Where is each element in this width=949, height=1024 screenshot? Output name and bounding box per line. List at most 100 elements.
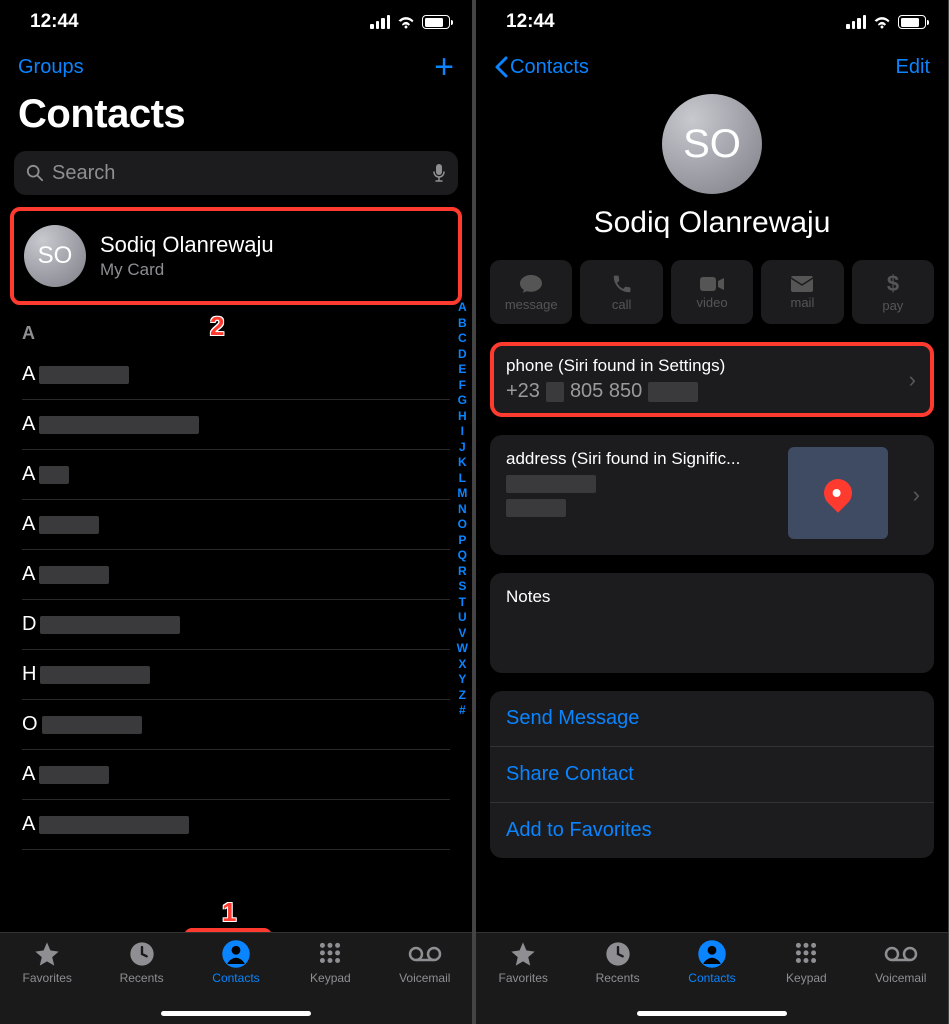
address-field[interactable]: address (Siri found in Signific... › bbox=[490, 435, 934, 555]
video-button[interactable]: video bbox=[671, 260, 753, 324]
index-letter[interactable]: B bbox=[458, 316, 467, 332]
list-item[interactable]: A bbox=[22, 750, 450, 800]
nav-bar: Groups + bbox=[0, 44, 472, 88]
list-item[interactable]: A bbox=[22, 400, 450, 450]
index-letter[interactable]: W bbox=[457, 641, 468, 657]
alphabet-index[interactable]: ABCDEFGHIJKLMNOPQRSTUVWXYZ# bbox=[457, 300, 468, 719]
redacted-text bbox=[39, 816, 189, 834]
search-field[interactable] bbox=[14, 151, 458, 195]
phone-value: +23 805 850 bbox=[506, 380, 918, 403]
svg-text:$: $ bbox=[887, 272, 899, 296]
list-item[interactable]: H bbox=[22, 650, 450, 700]
status-bar: 12:44 bbox=[476, 0, 948, 44]
call-button[interactable]: call bbox=[580, 260, 662, 324]
phone-field[interactable]: phone (Siri found in Settings) +23 805 8… bbox=[490, 342, 934, 417]
index-letter[interactable]: C bbox=[458, 331, 467, 347]
contacts-list-screen: 12:44 Groups + Contacts SO Sodiq Olanrew… bbox=[0, 0, 472, 1024]
pay-button[interactable]: $ pay bbox=[852, 260, 934, 324]
index-letter[interactable]: M bbox=[457, 486, 467, 502]
star-icon bbox=[509, 939, 537, 969]
back-button[interactable]: Contacts bbox=[494, 56, 589, 79]
index-letter[interactable]: A bbox=[458, 300, 467, 316]
index-letter[interactable]: K bbox=[458, 455, 467, 471]
groups-link[interactable]: Groups bbox=[18, 56, 84, 79]
add-contact-button[interactable]: + bbox=[434, 50, 454, 84]
redacted-text bbox=[39, 516, 99, 534]
redacted-text bbox=[39, 466, 69, 484]
contact-list: A A A A A D H O A A bbox=[0, 350, 472, 850]
wifi-icon bbox=[872, 15, 892, 29]
action-list: Send Message Share Contact Add to Favori… bbox=[490, 691, 934, 858]
page-title: Contacts bbox=[0, 88, 472, 151]
index-letter[interactable]: P bbox=[458, 533, 466, 549]
tab-favorites[interactable]: Favorites bbox=[476, 939, 570, 1024]
keypad-icon bbox=[317, 939, 343, 969]
search-icon bbox=[26, 164, 44, 182]
tab-voicemail[interactable]: Voicemail bbox=[378, 939, 472, 1024]
my-card-row[interactable]: SO Sodiq Olanrewaju My Card bbox=[10, 207, 462, 305]
search-input[interactable] bbox=[52, 162, 424, 185]
section-header: A bbox=[0, 305, 472, 350]
status-time: 12:44 bbox=[506, 11, 555, 33]
index-letter[interactable]: E bbox=[458, 362, 466, 378]
index-letter[interactable]: R bbox=[458, 564, 467, 580]
list-item[interactable]: A bbox=[22, 800, 450, 850]
redacted-text bbox=[39, 416, 199, 434]
list-item[interactable]: A bbox=[22, 500, 450, 550]
message-button[interactable]: message bbox=[490, 260, 572, 324]
dictate-icon[interactable] bbox=[432, 163, 446, 183]
index-letter[interactable]: Y bbox=[458, 672, 466, 688]
index-letter[interactable]: # bbox=[459, 703, 466, 719]
add-to-favorites-row[interactable]: Add to Favorites bbox=[490, 803, 934, 858]
list-item[interactable]: O bbox=[22, 700, 450, 750]
redacted-text bbox=[39, 566, 109, 584]
phone-label: phone (Siri found in Settings) bbox=[506, 356, 918, 376]
send-message-row[interactable]: Send Message bbox=[490, 691, 934, 747]
callout-badge-1: 1 bbox=[222, 897, 236, 928]
list-item[interactable]: D bbox=[22, 600, 450, 650]
avatar: SO bbox=[24, 225, 86, 287]
index-letter[interactable]: G bbox=[458, 393, 467, 409]
index-letter[interactable]: Z bbox=[459, 688, 466, 704]
index-letter[interactable]: I bbox=[461, 424, 464, 440]
index-letter[interactable]: N bbox=[458, 502, 467, 518]
index-letter[interactable]: D bbox=[458, 347, 467, 363]
index-letter[interactable]: J bbox=[459, 440, 466, 456]
list-item[interactable]: A bbox=[22, 450, 450, 500]
status-time: 12:44 bbox=[30, 11, 79, 33]
edit-button[interactable]: Edit bbox=[896, 56, 930, 79]
index-letter[interactable]: X bbox=[458, 657, 466, 673]
index-letter[interactable]: V bbox=[458, 626, 466, 642]
list-item[interactable]: A bbox=[22, 350, 450, 400]
index-letter[interactable]: U bbox=[458, 610, 467, 626]
callout-badge-2: 2 bbox=[210, 311, 224, 342]
person-circle-icon bbox=[697, 939, 727, 969]
status-right bbox=[370, 15, 450, 29]
index-letter[interactable]: O bbox=[458, 517, 467, 533]
notes-field[interactable]: Notes bbox=[490, 573, 934, 673]
video-icon bbox=[699, 275, 725, 293]
index-letter[interactable]: Q bbox=[458, 548, 467, 564]
home-indicator[interactable] bbox=[161, 1011, 311, 1016]
index-letter[interactable]: F bbox=[459, 378, 466, 394]
clock-icon bbox=[128, 939, 156, 969]
contact-name: Sodiq Olanrewaju bbox=[476, 206, 948, 240]
notes-label: Notes bbox=[506, 587, 918, 607]
share-contact-row[interactable]: Share Contact bbox=[490, 747, 934, 803]
index-letter[interactable]: H bbox=[458, 409, 467, 425]
battery-icon bbox=[422, 15, 450, 29]
chevron-right-icon: › bbox=[913, 482, 920, 508]
redacted-text bbox=[506, 475, 596, 493]
index-letter[interactable]: T bbox=[459, 595, 466, 611]
tab-voicemail[interactable]: Voicemail bbox=[854, 939, 948, 1024]
index-letter[interactable]: L bbox=[459, 471, 466, 487]
dollar-icon: $ bbox=[885, 272, 901, 296]
index-letter[interactable]: S bbox=[458, 579, 466, 595]
redacted-text bbox=[648, 382, 698, 402]
list-item[interactable]: A bbox=[22, 550, 450, 600]
redacted-text bbox=[40, 666, 150, 684]
mail-button[interactable]: mail bbox=[761, 260, 843, 324]
keypad-icon bbox=[793, 939, 819, 969]
home-indicator[interactable] bbox=[637, 1011, 787, 1016]
tab-favorites[interactable]: Favorites bbox=[0, 939, 94, 1024]
